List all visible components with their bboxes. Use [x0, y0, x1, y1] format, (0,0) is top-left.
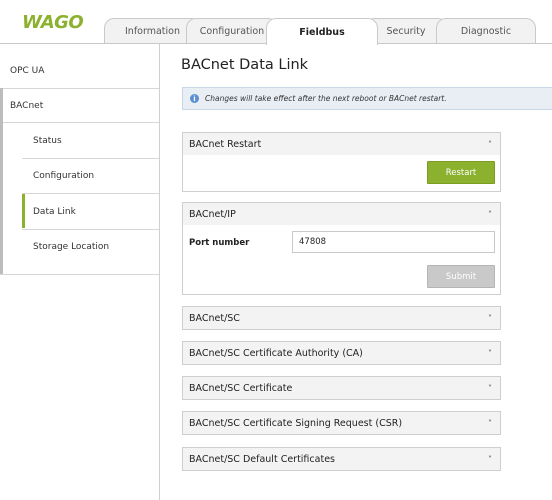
chevron-up-icon: ˄ — [488, 209, 492, 219]
panel-bacnet-sc[interactable]: BACnet/SC ˅ — [182, 306, 501, 330]
panel-title: BACnet/SC Certificate Signing Request (C… — [189, 417, 403, 429]
sidebar-divider — [22, 193, 159, 194]
port-number-input[interactable] — [292, 231, 495, 253]
sidebar-item-label: Storage Location — [33, 242, 110, 252]
panel-bacnet-sc-certificate[interactable]: BACnet/SC Certificate ˅ — [182, 376, 501, 400]
page-title: BACnet Data Link — [181, 57, 309, 73]
sidebar-item-label: Configuration — [33, 171, 95, 181]
info-text: Changes will take effect after the next … — [205, 94, 447, 103]
chevron-down-icon: ˅ — [488, 418, 492, 428]
sidebar-item-opc-ua[interactable]: OPC UA — [0, 56, 159, 86]
tab-diagnostic[interactable]: Diagnostic — [436, 18, 536, 44]
sidebar-item-label: BACnet — [10, 101, 44, 111]
submit-button[interactable]: Submit — [427, 265, 495, 288]
chevron-down-icon: ˅ — [488, 313, 492, 323]
sidebar-item-bacnet[interactable]: BACnet — [0, 91, 159, 121]
info-icon: i — [190, 94, 199, 103]
panel-title: BACnet/SC Certificate — [189, 382, 293, 394]
sidebar-item-storage-location[interactable]: Storage Location — [0, 231, 159, 263]
panel-bacnet-sc-ca[interactable]: BACnet/SC Certificate Authority (CA) ˅ — [182, 341, 501, 365]
panel-title: BACnet/SC Certificate Authority (CA) — [189, 347, 363, 359]
top-header: WAGO Information Configuration Fieldbus … — [0, 0, 552, 45]
panel-header[interactable]: BACnet/IP ˄ — [183, 203, 500, 225]
sidebar-item-label: OPC UA — [10, 66, 45, 76]
sidebar-divider — [3, 122, 159, 123]
panel-bacnet-ip: BACnet/IP ˄ Port number Submit — [182, 202, 501, 295]
panel-bacnet-restart: BACnet Restart ˄ Restart — [182, 132, 501, 192]
chevron-down-icon: ˅ — [488, 454, 492, 464]
panel-header[interactable]: BACnet/SC Certificate Signing Request (C… — [183, 412, 500, 434]
tab-configuration[interactable]: Configuration — [186, 18, 278, 44]
tab-fieldbus[interactable]: Fieldbus — [266, 18, 378, 45]
sidebar-divider — [22, 158, 159, 159]
chevron-down-icon: ˅ — [488, 383, 492, 393]
panel-bacnet-sc-default-certificates[interactable]: BACnet/SC Default Certificates ˅ — [182, 447, 501, 471]
panel-title: BACnet/SC — [189, 312, 240, 324]
wago-logo: WAGO — [22, 12, 84, 33]
sidebar-divider — [0, 274, 159, 275]
panel-header[interactable]: BACnet/SC Default Certificates ˅ — [183, 448, 500, 470]
port-number-label: Port number — [189, 238, 250, 248]
chevron-down-icon: ˅ — [488, 348, 492, 358]
panel-title: BACnet/SC Default Certificates — [189, 453, 335, 465]
info-banner: i Changes will take effect after the nex… — [182, 87, 552, 110]
panel-header[interactable]: BACnet Restart ˄ — [183, 133, 500, 155]
sidebar-item-label: Status — [33, 136, 62, 146]
panel-bacnet-sc-csr[interactable]: BACnet/SC Certificate Signing Request (C… — [182, 411, 501, 435]
panel-header[interactable]: BACnet/SC ˅ — [183, 307, 500, 329]
panel-header[interactable]: BACnet/SC Certificate ˅ — [183, 377, 500, 399]
sidebar-item-status[interactable]: Status — [0, 125, 159, 157]
sidebar-item-configuration[interactable]: Configuration — [0, 160, 159, 192]
sidebar: OPC UA BACnet Status Configuration Data … — [0, 44, 160, 500]
sidebar-item-data-link[interactable]: Data Link — [0, 195, 159, 228]
main-content: BACnet Data Link i Changes will take eff… — [160, 44, 552, 500]
sidebar-divider — [0, 88, 159, 89]
panel-title: BACnet/IP — [189, 208, 236, 220]
sidebar-item-label: Data Link — [33, 206, 76, 217]
panel-title: BACnet Restart — [189, 138, 262, 150]
sidebar-divider — [22, 229, 159, 230]
panel-header[interactable]: BACnet/SC Certificate Authority (CA) ˅ — [183, 342, 500, 364]
restart-button[interactable]: Restart — [427, 161, 495, 184]
chevron-up-icon: ˄ — [488, 139, 492, 149]
